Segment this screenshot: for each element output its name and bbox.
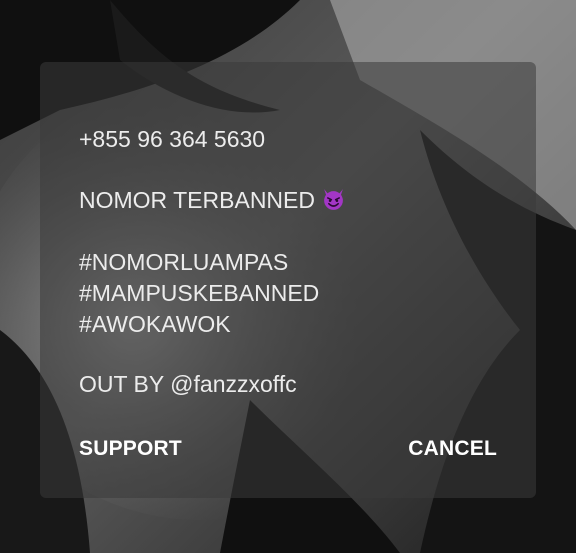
phone-number-text: +855 96 364 5630 — [79, 126, 266, 152]
status-line: NOMOR TERBANNED — [79, 185, 346, 215]
status-text: NOMOR TERBANNED — [79, 187, 315, 213]
cancel-button[interactable]: CANCEL — [408, 434, 497, 464]
support-button[interactable]: SUPPORT — [79, 434, 182, 464]
credit-text: OUT BY @fanzzxoffc — [79, 371, 297, 397]
hashtag-line-3: #AWOKAWOK — [79, 311, 231, 337]
hashtag-line-1: #NOMORLUAMPAS — [79, 249, 289, 275]
screen: +855 96 364 5630 NOMOR TERBANNED #NOMORL… — [0, 0, 576, 553]
smiling-devil-emoji-icon — [324, 189, 343, 210]
hashtag-line-2: #MAMPUSKEBANNED — [79, 280, 320, 306]
